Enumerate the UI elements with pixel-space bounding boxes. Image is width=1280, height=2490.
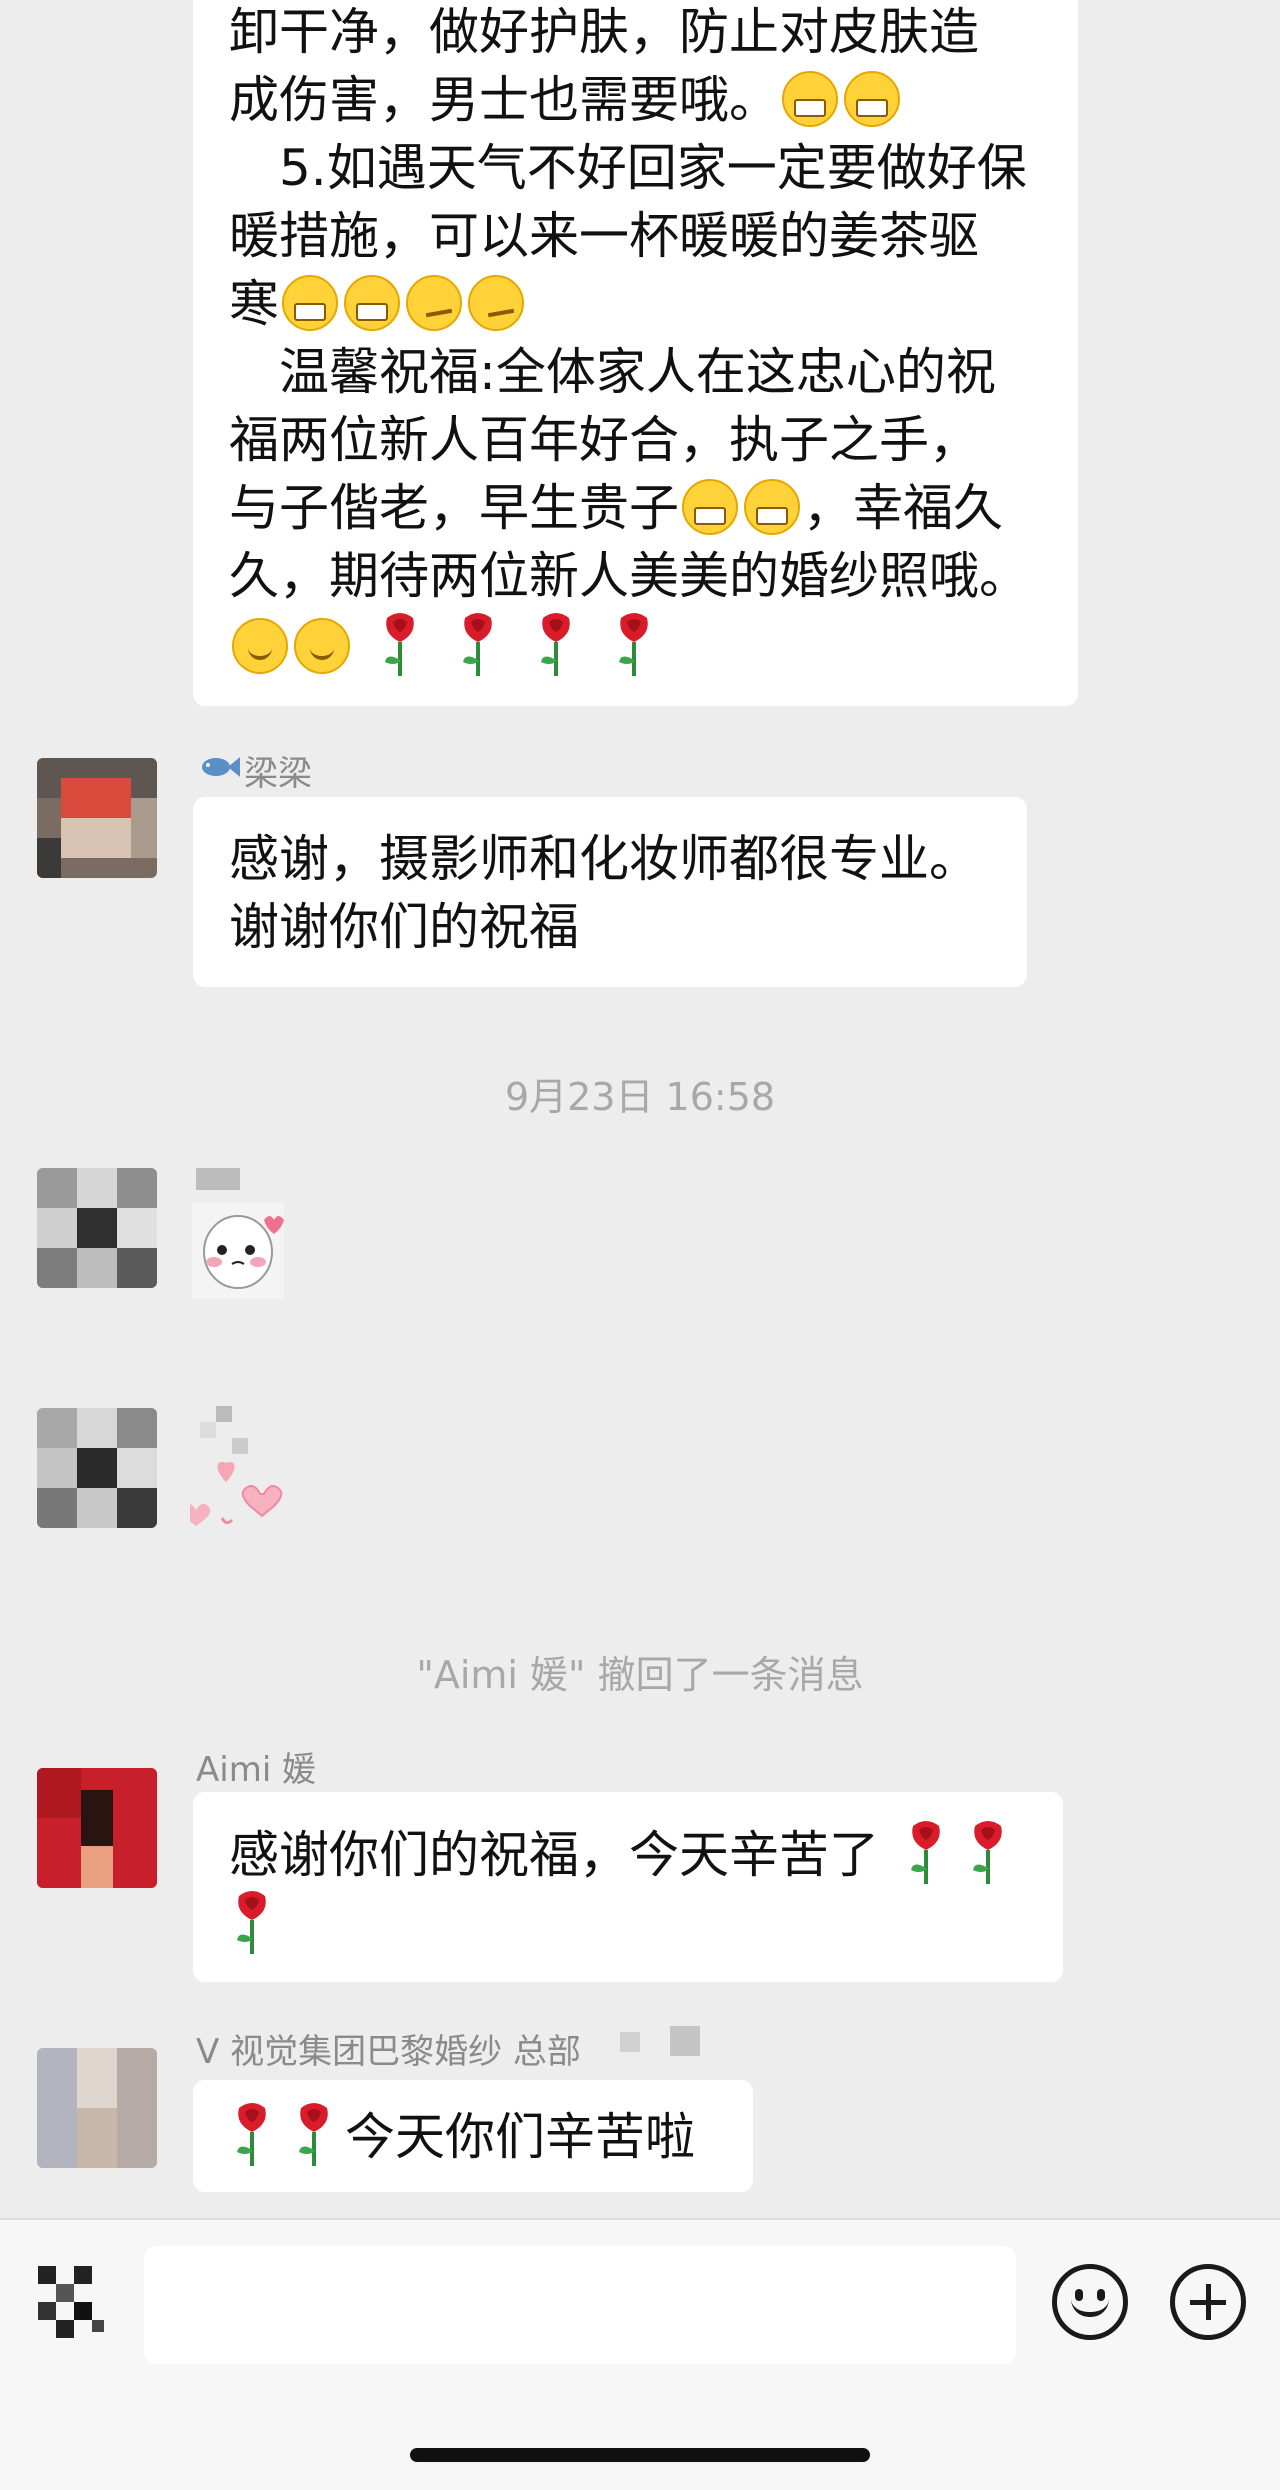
message-line: 感谢你们的祝福，今天辛苦了 (229, 1820, 1019, 1889)
message-bubble-vvision[interactable]: 今天你们辛苦啦 (193, 2080, 753, 2192)
hearts-sticker[interactable] (190, 1406, 300, 1536)
fish-icon (202, 757, 240, 777)
message-line: 久，期待两位新人美美的婚纱照哦。 (229, 547, 1029, 605)
smirking-face-emoji-icon (406, 275, 462, 331)
rose-icon (972, 1821, 1002, 1884)
avatar[interactable] (37, 1168, 157, 1288)
home-indicator (410, 2448, 870, 2462)
message-input[interactable] (144, 2246, 1016, 2364)
smirking-face-emoji-icon (468, 275, 524, 331)
grinning-face-emoji-icon (782, 71, 838, 127)
grinning-face-emoji-icon (344, 275, 400, 331)
rose-icon (237, 2103, 266, 2166)
rose-icon (299, 2103, 328, 2166)
avatar[interactable] (37, 758, 157, 878)
message-line: 与子偕老，早生贵子 ，幸福久 (229, 479, 1003, 537)
message-line: 成伤害，男士也需要哦。 (229, 66, 903, 134)
message-bubble-thanks[interactable]: 感谢，摄影师和化妆师都很专业。 谢谢你们的祝福 (193, 797, 1027, 987)
recall-notice: "Aimi 媛" 撤回了一条消息 (416, 1653, 864, 1697)
voice-icon[interactable] (38, 2266, 110, 2338)
smiling-face-emoji-icon (294, 618, 350, 674)
sender-name: V 视觉集团巴黎婚纱 总部 (196, 2032, 581, 2072)
smiling-face-emoji-icon (232, 618, 288, 674)
rose-icon (618, 613, 648, 676)
avatar[interactable] (37, 1768, 157, 1888)
message-line: 感谢，摄影师和化妆师都很专业。 (229, 830, 979, 888)
message-line: 谢谢你们的祝福 (229, 898, 579, 956)
cute-face-sticker[interactable] (192, 1202, 284, 1298)
grinning-face-emoji-icon (282, 275, 338, 331)
message-line-emoji (221, 1890, 283, 1959)
avatar[interactable] (37, 2048, 157, 2168)
message-line: 今天你们辛苦啦 (221, 2102, 695, 2171)
rose-icon (462, 613, 492, 676)
sender-name: 梁梁 (244, 754, 312, 794)
message-bubble-blessing[interactable]: 卸干净，做好护肤，防止对皮肤造 成伤害，男士也需要哦。 5.如遇天气不好回家一定… (193, 0, 1078, 706)
sender-name: Aimi 媛 (196, 1750, 317, 1790)
sender-name-redaction (590, 2012, 720, 2074)
message-line: 5.如遇天气不好回家一定要做好保 (229, 139, 1027, 197)
message-line: 温馨祝福:全体家人在这忠心的祝 (229, 343, 996, 401)
message-line: 寒 (229, 270, 527, 338)
timestamp: 9月23日 16:58 (504, 1075, 776, 1119)
message-line: 暖措施，可以来一杯暖暖的姜茶驱 (229, 207, 979, 265)
grinning-face-emoji-icon (682, 479, 738, 535)
message-bubble-aimi[interactable]: 感谢你们的祝福，今天辛苦了 (193, 1792, 1063, 1982)
message-line-emoji (229, 612, 665, 681)
grinning-face-emoji-icon (844, 71, 900, 127)
message-line: 卸干净，做好护肤，防止对皮肤造 (229, 3, 979, 61)
smiley-icon[interactable] (1052, 2264, 1128, 2340)
message-line: 福两位新人百年好合，执子之手， (229, 411, 979, 469)
sender-name-redacted (196, 1168, 240, 1190)
plus-icon[interactable] (1170, 2264, 1246, 2340)
rose-icon (540, 613, 570, 676)
grinning-face-emoji-icon (744, 479, 800, 535)
rose-icon (384, 613, 414, 676)
avatar[interactable] (37, 1408, 157, 1528)
rose-icon (237, 1891, 266, 1954)
rose-icon (910, 1821, 940, 1884)
